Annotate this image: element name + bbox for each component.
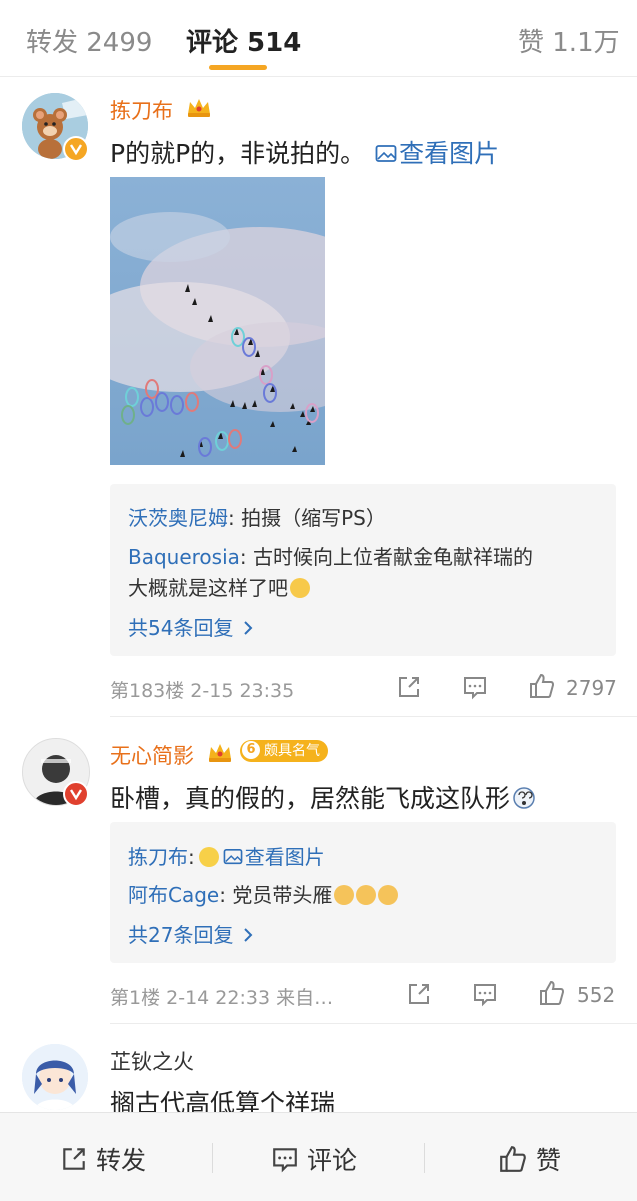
reply-text: : xyxy=(188,845,195,869)
repost-label: 转发 xyxy=(96,1146,147,1175)
reply-text-line-2: 大概就是这样了吧 xyxy=(128,576,288,600)
view-image-label: 查看图片 xyxy=(244,845,325,869)
fame-level-badge: 6 颇具名气 xyxy=(240,740,328,762)
reply-item-continued: 大概就是这样了吧 xyxy=(128,572,310,601)
share-icon[interactable] xyxy=(396,674,422,700)
like-icon[interactable] xyxy=(538,979,566,1007)
like-button[interactable]: 赞 xyxy=(498,1141,561,1177)
smile-emoji-icon xyxy=(198,847,219,867)
image-icon xyxy=(223,848,243,865)
bottom-action-bar: 转发 评论 赞 xyxy=(0,1112,637,1201)
doge-emoji-icon xyxy=(334,885,355,905)
comment-meta: 第1楼 2-14 22:33 来自… xyxy=(110,987,334,1009)
doge-emoji-icon xyxy=(378,885,399,905)
more-replies-link[interactable]: 共27条回复 xyxy=(128,919,255,948)
repost-button[interactable]: 转发 xyxy=(60,1141,146,1177)
more-replies-label: 共27条回复 xyxy=(128,923,234,947)
doge-emoji-icon xyxy=(356,885,377,905)
chevron-right-icon xyxy=(244,621,253,635)
reply-item: 沃茨奥尼姆: 拍摄（缩写PS） xyxy=(128,502,386,531)
reply-username[interactable]: Baquerosia xyxy=(128,545,240,569)
more-replies-label: 共54条回复 xyxy=(128,616,234,640)
separator xyxy=(424,1143,425,1173)
active-tab-indicator xyxy=(209,65,267,70)
dizzy-face-emoji-icon xyxy=(513,787,535,809)
comment-image[interactable] xyxy=(110,177,325,465)
view-image-label: 查看图片 xyxy=(399,139,500,168)
fame-level-label: 颇具名气 xyxy=(264,743,320,759)
like-icon xyxy=(500,1146,526,1172)
reply-item: 拣刀布: 查看图片 xyxy=(128,841,325,870)
view-image-link[interactable]: 查看图片 xyxy=(365,139,499,168)
reply-item: 阿布Cage: 党员带头雁 xyxy=(128,879,399,908)
comment-label: 评论 xyxy=(307,1146,358,1175)
comment-text: P的就P的，非说拍的。 查看图片 xyxy=(110,134,499,170)
image-icon xyxy=(375,145,397,162)
tab-bar: 转发 2499 评论 514 赞 1.1万 xyxy=(0,0,637,77)
view-image-link[interactable]: 查看图片 xyxy=(223,845,325,869)
like-icon[interactable] xyxy=(528,672,556,700)
geese-formation-photo xyxy=(110,177,325,465)
verified-badge-icon xyxy=(63,781,89,807)
reply-username[interactable]: 阿布Cage xyxy=(128,883,219,907)
tab-comments[interactable]: 评论 514 xyxy=(186,22,301,59)
tab-repost[interactable]: 转发 2499 xyxy=(26,22,152,59)
reply-username[interactable]: 拣刀布 xyxy=(128,845,188,869)
comment-icon[interactable] xyxy=(462,674,488,700)
comment-meta: 第183楼 2-15 23:35 xyxy=(110,680,295,702)
like-count: 2797 xyxy=(566,676,617,700)
verified-badge-icon xyxy=(63,136,89,162)
chevron-right-icon xyxy=(244,928,253,942)
emoji-icon xyxy=(290,578,310,598)
share-icon[interactable] xyxy=(406,981,432,1007)
reply-text: : 党员带头雁 xyxy=(219,883,333,907)
separator xyxy=(212,1143,213,1173)
comment-username[interactable]: 无心简影 xyxy=(110,740,194,770)
reply-text: : 拍摄（缩写PS） xyxy=(228,506,386,530)
comment-username[interactable]: 芷钬之火 xyxy=(110,1046,194,1076)
more-replies-link[interactable]: 共54条回复 xyxy=(128,612,255,641)
comment-button[interactable]: 评论 xyxy=(271,1141,357,1177)
share-icon xyxy=(63,1148,85,1170)
reply-text: : 古时候向上位者献金龟献祥瑞的 xyxy=(239,545,534,569)
comment-icon[interactable] xyxy=(472,981,498,1007)
divider xyxy=(110,716,637,717)
anime-avatar-image xyxy=(22,1044,88,1110)
reply-item: Baquerosia: 古时候向上位者献金龟献祥瑞的 xyxy=(128,541,533,570)
comment-icon xyxy=(273,1148,297,1173)
tab-likes[interactable]: 赞 1.1万 xyxy=(518,22,620,59)
comment-body: P的就P的，非说拍的。 xyxy=(110,139,366,168)
crown-icon xyxy=(209,744,231,762)
reply-username[interactable]: 沃茨奥尼姆 xyxy=(128,506,228,530)
level-number: 6 xyxy=(242,741,260,759)
avatar[interactable] xyxy=(22,1044,88,1110)
like-count: 552 xyxy=(577,983,616,1007)
divider xyxy=(110,1023,637,1024)
crown-icon xyxy=(188,99,210,117)
comment-username[interactable]: 拣刀布 xyxy=(110,95,173,125)
comment-body: 卧槽，真的假的，居然能飞成这队形 xyxy=(110,784,511,813)
comment-text: 卧槽，真的假的，居然能飞成这队形 xyxy=(110,779,536,815)
like-label: 赞 xyxy=(536,1146,562,1175)
